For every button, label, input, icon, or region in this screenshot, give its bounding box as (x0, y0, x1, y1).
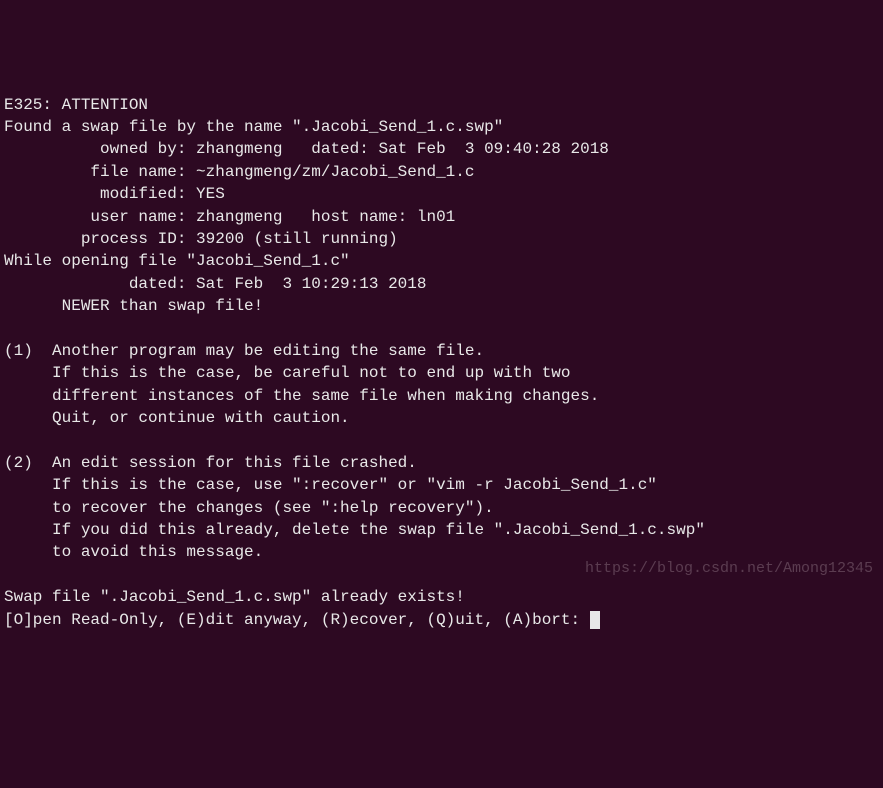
user-name-line: user name: zhangmeng host name: ln01 (4, 208, 455, 226)
file-name-line: file name: ~zhangmeng/zm/Jacobi_Send_1.c (4, 163, 474, 181)
while-opening-line: While opening file "Jacobi_Send_1.c" (4, 252, 350, 270)
option-1-text: different instances of the same file whe… (4, 387, 599, 405)
option-2-header: (2) An edit session for this file crashe… (4, 454, 417, 472)
option-2-text: If you did this already, delete the swap… (4, 521, 705, 539)
owned-by-line: owned by: zhangmeng dated: Sat Feb 3 09:… (4, 140, 609, 158)
modified-line: modified: YES (4, 185, 225, 203)
prompt-options[interactable]: [O]pen Read-Only, (E)dit anyway, (R)ecov… (4, 611, 590, 629)
process-id-line: process ID: 39200 (still running) (4, 230, 398, 248)
option-2-text: to recover the changes (see ":help recov… (4, 499, 494, 517)
option-1-text: If this is the case, be careful not to e… (4, 364, 571, 382)
swap-exists-line: Swap file ".Jacobi_Send_1.c.swp" already… (4, 588, 465, 606)
error-header: E325: ATTENTION (4, 96, 148, 114)
swap-file-found: Found a swap file by the name ".Jacobi_S… (4, 118, 503, 136)
dated-line: dated: Sat Feb 3 10:29:13 2018 (4, 275, 426, 293)
option-2-text: to avoid this message. (4, 543, 263, 561)
option-1-text: Quit, or continue with caution. (4, 409, 350, 427)
option-2-text: If this is the case, use ":recover" or "… (4, 476, 657, 494)
newer-line: NEWER than swap file! (4, 297, 263, 315)
option-1-header: (1) Another program may be editing the s… (4, 342, 484, 360)
terminal-output: E325: ATTENTION Found a swap file by the… (4, 94, 879, 631)
cursor[interactable] (590, 611, 600, 629)
